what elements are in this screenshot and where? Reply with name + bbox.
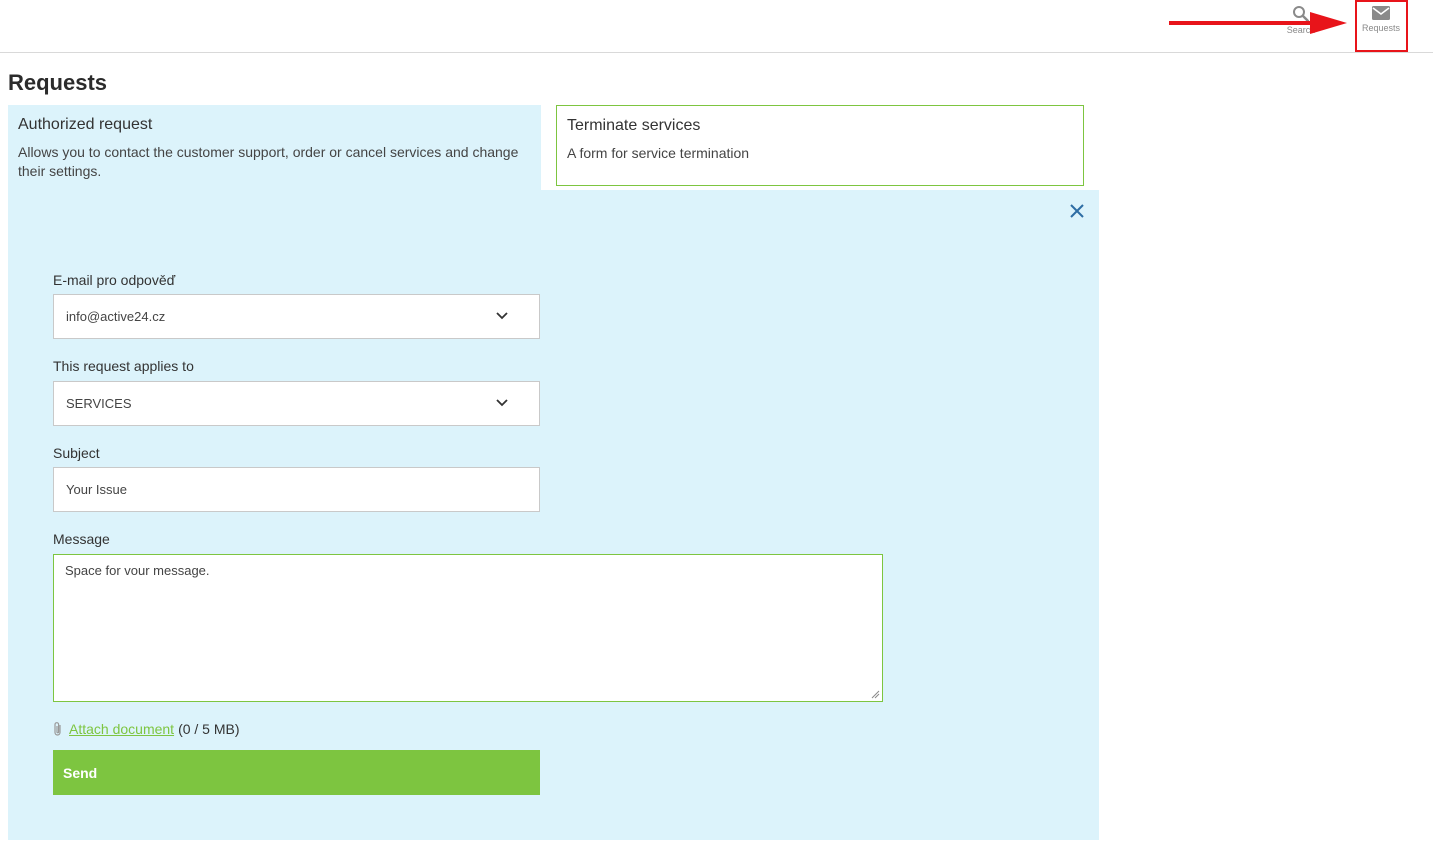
attach-size-text: (0 / 5 MB) — [178, 721, 240, 737]
attach-document-link[interactable]: Attach document — [69, 721, 174, 737]
subject-label: Subject — [53, 445, 100, 461]
message-textarea-value: Space for vour message. — [65, 563, 210, 578]
email-select-value: info@active24.cz — [66, 309, 166, 324]
subject-input-value: Your Issue — [66, 482, 127, 497]
terminate-services-card[interactable]: Terminate services A form for service te… — [556, 105, 1084, 186]
message-label: Message — [53, 531, 110, 547]
page-title: Requests — [8, 70, 108, 95]
terminate-services-title: Terminate services — [567, 117, 701, 134]
chevron-down-icon — [496, 312, 508, 320]
terminate-services-description: A form for service termination — [567, 145, 750, 161]
email-label: E-mail pro odpověď — [53, 272, 176, 288]
subject-input[interactable]: Your Issue — [53, 467, 540, 512]
paperclip-icon — [54, 722, 61, 736]
applies-to-label: This request applies to — [53, 358, 194, 374]
requests-highlight-box — [1355, 0, 1408, 52]
send-button-label: Send — [63, 764, 98, 781]
attach-row: Attach document (0 / 5 MB) — [53, 721, 240, 737]
resize-grip-icon[interactable] — [871, 690, 880, 699]
top-bar: Search Requests — [0, 0, 1433, 53]
authorized-request-title: Authorized request — [18, 116, 153, 133]
close-icon[interactable] — [1068, 202, 1086, 220]
applies-to-select-value: SERVICES — [66, 396, 132, 411]
authorized-request-card[interactable]: Authorized request Allows you to contact… — [8, 105, 541, 195]
message-textarea[interactable]: Space for vour message. — [53, 554, 883, 702]
authorized-request-description: Allows you to contact the customer suppo… — [18, 144, 519, 179]
email-select[interactable]: info@active24.cz — [53, 294, 540, 339]
chevron-down-icon — [496, 399, 508, 407]
applies-to-select[interactable]: SERVICES — [53, 381, 540, 426]
red-arrow-icon — [1169, 12, 1347, 34]
send-button[interactable]: Send — [53, 750, 540, 795]
